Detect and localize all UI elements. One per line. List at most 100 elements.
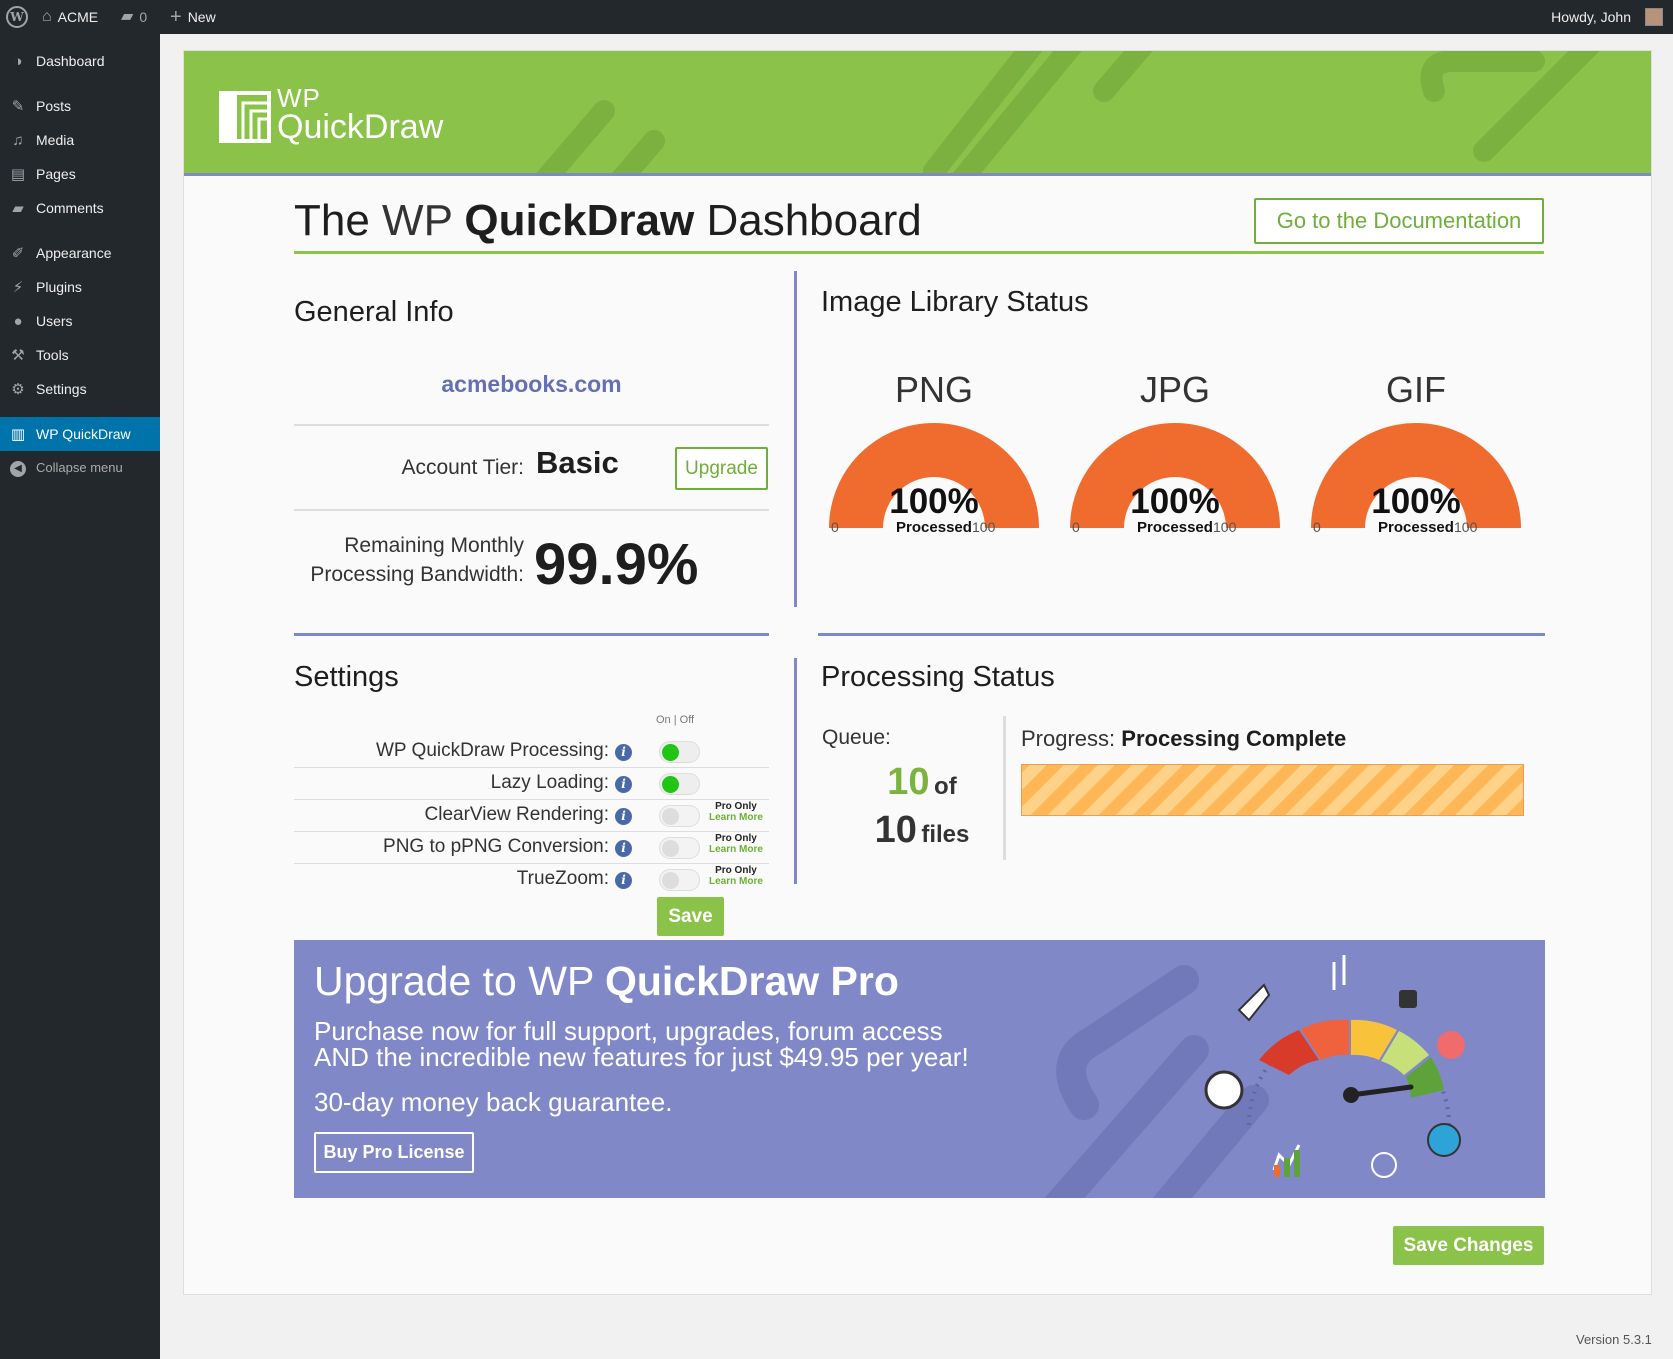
gauge-percent: 100% xyxy=(1130,482,1220,521)
comments-link[interactable]: ▰ 0 xyxy=(121,0,147,34)
upgrade-button[interactable]: Upgrade xyxy=(675,447,768,490)
truezoom-toggle xyxy=(659,869,700,891)
processing-status-heading: Processing Status xyxy=(821,661,1055,693)
section-divider-left xyxy=(294,633,769,636)
howdy-text: Howdy, John xyxy=(1551,9,1631,25)
gauge-min: 0 xyxy=(831,519,839,535)
pin-icon: ✎ xyxy=(11,98,25,115)
info-icon[interactable]: i xyxy=(615,872,632,889)
sidebar-item-appearance[interactable]: ✐ Appearance xyxy=(0,236,160,270)
sidebar-item-comments[interactable]: ▰ Comments xyxy=(0,191,160,225)
info-icon[interactable]: i xyxy=(615,840,632,857)
queue-files: files xyxy=(921,821,970,848)
comment-bubble-icon: ▰ xyxy=(121,8,134,25)
sidebar-item-posts[interactable]: ✎ Posts xyxy=(0,89,160,123)
sidebar-item-pages[interactable]: ▤ Pages xyxy=(0,157,160,191)
lazy-loading-toggle[interactable] xyxy=(659,773,700,795)
promo-title: Upgrade to WP QuickDraw Pro xyxy=(314,958,899,1004)
setting-row-ppng: PNG to pPNG Conversion: i Pro Only Learn… xyxy=(294,832,769,864)
progress-status: Processing Complete xyxy=(1121,726,1347,751)
speedometer-illustration-icon xyxy=(1204,955,1465,1178)
gauge-subtitle: Processed xyxy=(1378,519,1454,536)
queue-label: Queue: xyxy=(822,726,891,749)
new-content-link[interactable]: + New xyxy=(170,0,216,34)
setting-row-truezoom: TrueZoom: i Pro Only Learn More xyxy=(294,864,769,896)
gauge-subtitle: Processed xyxy=(896,519,972,536)
comment-icon: ▰ xyxy=(12,200,24,217)
buy-pro-license-button[interactable]: Buy Pro License xyxy=(314,1132,474,1173)
info-icon[interactable]: i xyxy=(615,808,632,825)
sidebar-item-label: Tools xyxy=(36,347,69,363)
settings-save-button[interactable]: Save xyxy=(657,897,724,936)
sidebar-item-wp-quickdraw[interactable]: ▥ WP QuickDraw xyxy=(0,417,160,451)
account-tier-value: Basic xyxy=(536,445,619,480)
home-icon: ⌂ xyxy=(42,8,52,25)
documentation-button[interactable]: Go to the Documentation xyxy=(1254,198,1544,244)
gauge-min: 0 xyxy=(1072,519,1080,535)
info-icon[interactable]: i xyxy=(615,744,632,761)
sidebar-item-label: Users xyxy=(36,313,73,329)
header-banner: WP QuickDraw xyxy=(184,51,1651,176)
setting-label: Lazy Loading: xyxy=(490,772,609,793)
gauge-max: 100 xyxy=(972,519,996,535)
ppng-toggle xyxy=(659,837,700,859)
dashboard-icon: ◑ xyxy=(13,52,23,70)
gauge-max: 100 xyxy=(1454,519,1478,535)
user-icon: ● xyxy=(13,312,23,330)
learn-more-link[interactable]: Learn More xyxy=(709,876,763,887)
progress-bar xyxy=(1021,764,1524,816)
settings-heading: Settings xyxy=(294,661,399,693)
new-label: New xyxy=(187,9,216,25)
site-home-link[interactable]: ⌂ ACME xyxy=(42,0,98,34)
account-tier-label: Account Tier: xyxy=(401,456,524,479)
pages-icon: ▤ xyxy=(10,166,26,183)
upgrade-promo-banner: Upgrade to WP QuickDraw Pro Purchase now… xyxy=(294,940,1545,1198)
column-divider-top xyxy=(794,271,797,607)
queue-done: 10 xyxy=(887,761,930,803)
pro-only-badge: Pro Only Learn More xyxy=(709,801,763,823)
sidebar-item-tools[interactable]: ⚒ Tools xyxy=(0,338,160,372)
promo-description: Purchase now for full support, upgrades,… xyxy=(314,1016,969,1072)
sidebar-item-label: Pages xyxy=(36,166,76,182)
save-changes-button[interactable]: Save Changes xyxy=(1393,1226,1544,1265)
bandwidth-label: Remaining Monthly Processing Bandwidth: xyxy=(310,534,524,586)
gauge-png: PNG 100% Processed 0 100 xyxy=(814,369,1054,536)
setting-label: WP QuickDraw Processing: xyxy=(376,740,609,761)
pro-only-badge: Pro Only Learn More xyxy=(709,865,763,887)
sidebar-item-plugins[interactable]: ⚡ Plugins xyxy=(0,270,160,304)
collapse-menu-button[interactable]: ◀ Collapse menu xyxy=(0,450,160,484)
sidebar-item-label: Posts xyxy=(36,98,72,114)
sidebar-item-label: Appearance xyxy=(36,245,112,261)
sidebar-item-users[interactable]: ● Users xyxy=(0,304,160,338)
processing-toggle[interactable] xyxy=(659,741,700,763)
plugin-dashboard-panel: WP QuickDraw The WP QuickDraw Dashboard … xyxy=(183,50,1652,1295)
sidebar-item-label: Dashboard xyxy=(36,53,105,69)
pro-only-badge: Pro Only Learn More xyxy=(709,833,763,855)
settings-icon: ⚙ xyxy=(11,381,25,398)
sidebar-item-label: Media xyxy=(36,132,75,148)
queue-count: 10 of xyxy=(822,761,1022,804)
setting-row-lazy-loading: Lazy Loading: i xyxy=(294,768,769,800)
sidebar-item-label: Settings xyxy=(36,381,87,397)
brush-icon: ✐ xyxy=(11,245,25,262)
gauge-min: 0 xyxy=(1313,519,1321,535)
account-menu[interactable]: Howdy, John xyxy=(1551,0,1663,34)
info-icon[interactable]: i xyxy=(615,776,632,793)
sidebar-item-dashboard[interactable]: ◑ Dashboard xyxy=(0,44,160,78)
setting-row-clearview: ClearView Rendering: i Pro Only Learn Mo… xyxy=(294,800,769,832)
learn-more-link[interactable]: Learn More xyxy=(709,812,763,823)
learn-more-link[interactable]: Learn More xyxy=(709,844,763,855)
gauge-jpg: JPG 100% Processed 0 100 xyxy=(1055,369,1295,536)
wordpress-logo-icon[interactable]: W xyxy=(6,6,28,28)
media-icon: ♫ xyxy=(12,131,24,149)
queue-total: 10 xyxy=(874,809,917,851)
gauge-gif: GIF 100% Processed 0 100 xyxy=(1296,369,1536,536)
sidebar-item-label: WP QuickDraw xyxy=(36,426,131,442)
gauge-max: 100 xyxy=(1213,519,1237,535)
sidebar-item-settings[interactable]: ⚙ Settings xyxy=(0,372,160,406)
queue-total-line: 10 files xyxy=(822,809,1022,852)
sidebar-item-media[interactable]: ♫ Media xyxy=(0,123,160,157)
sidebar-item-label: Plugins xyxy=(36,279,82,295)
logo-wp-text: WP xyxy=(277,83,321,113)
page-title: The WP QuickDraw Dashboard xyxy=(294,196,922,245)
